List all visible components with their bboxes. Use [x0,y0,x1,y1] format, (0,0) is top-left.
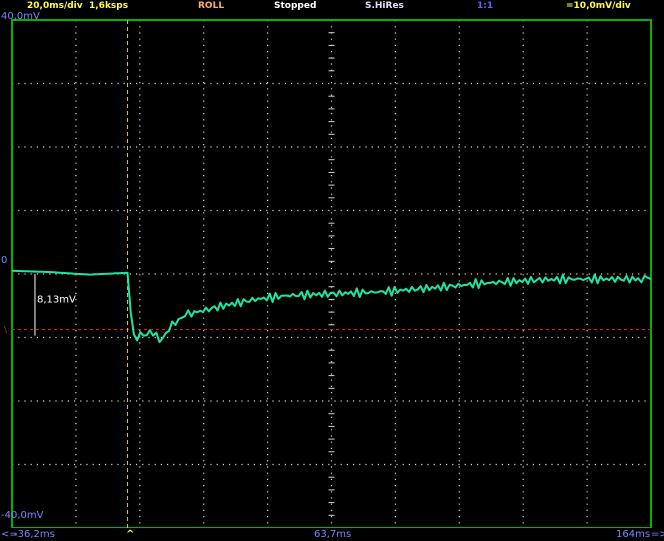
probe-ratio[interactable]: 1:1 [477,0,493,12]
time-mid-label: 63,7ms [314,529,352,540]
channel-scale[interactable]: =10,0mV/div [566,0,631,12]
y-max-label: 40,0mV [1,11,40,22]
run-state[interactable]: Stopped [274,0,316,12]
status-bar: 20,0ms/div 1,6ksps ROLL Stopped S.HiRes … [0,0,664,12]
reference-level-marker: \ [4,326,8,336]
scroll-right-arrow[interactable]: => [651,528,664,541]
time-axis-bar: <= -36,2ms ^ 63,7ms 164ms => [0,528,664,541]
y-min-label: -40,0mV [1,510,44,521]
trigger-position-marker[interactable]: ^ [126,528,134,541]
time-start-label: -36,2ms [14,529,55,540]
time-end-label: 164ms [616,529,651,540]
zero-label: 0 [1,255,8,266]
scope-display[interactable]: \ 8,13mV [0,12,664,528]
acquisition-type[interactable]: S.HiRes [365,0,404,12]
measurement-label: 8,13mV [37,295,76,306]
acquisition-mode[interactable]: ROLL [198,0,224,12]
sample-rate-readout: 1,6ksps [89,1,129,11]
